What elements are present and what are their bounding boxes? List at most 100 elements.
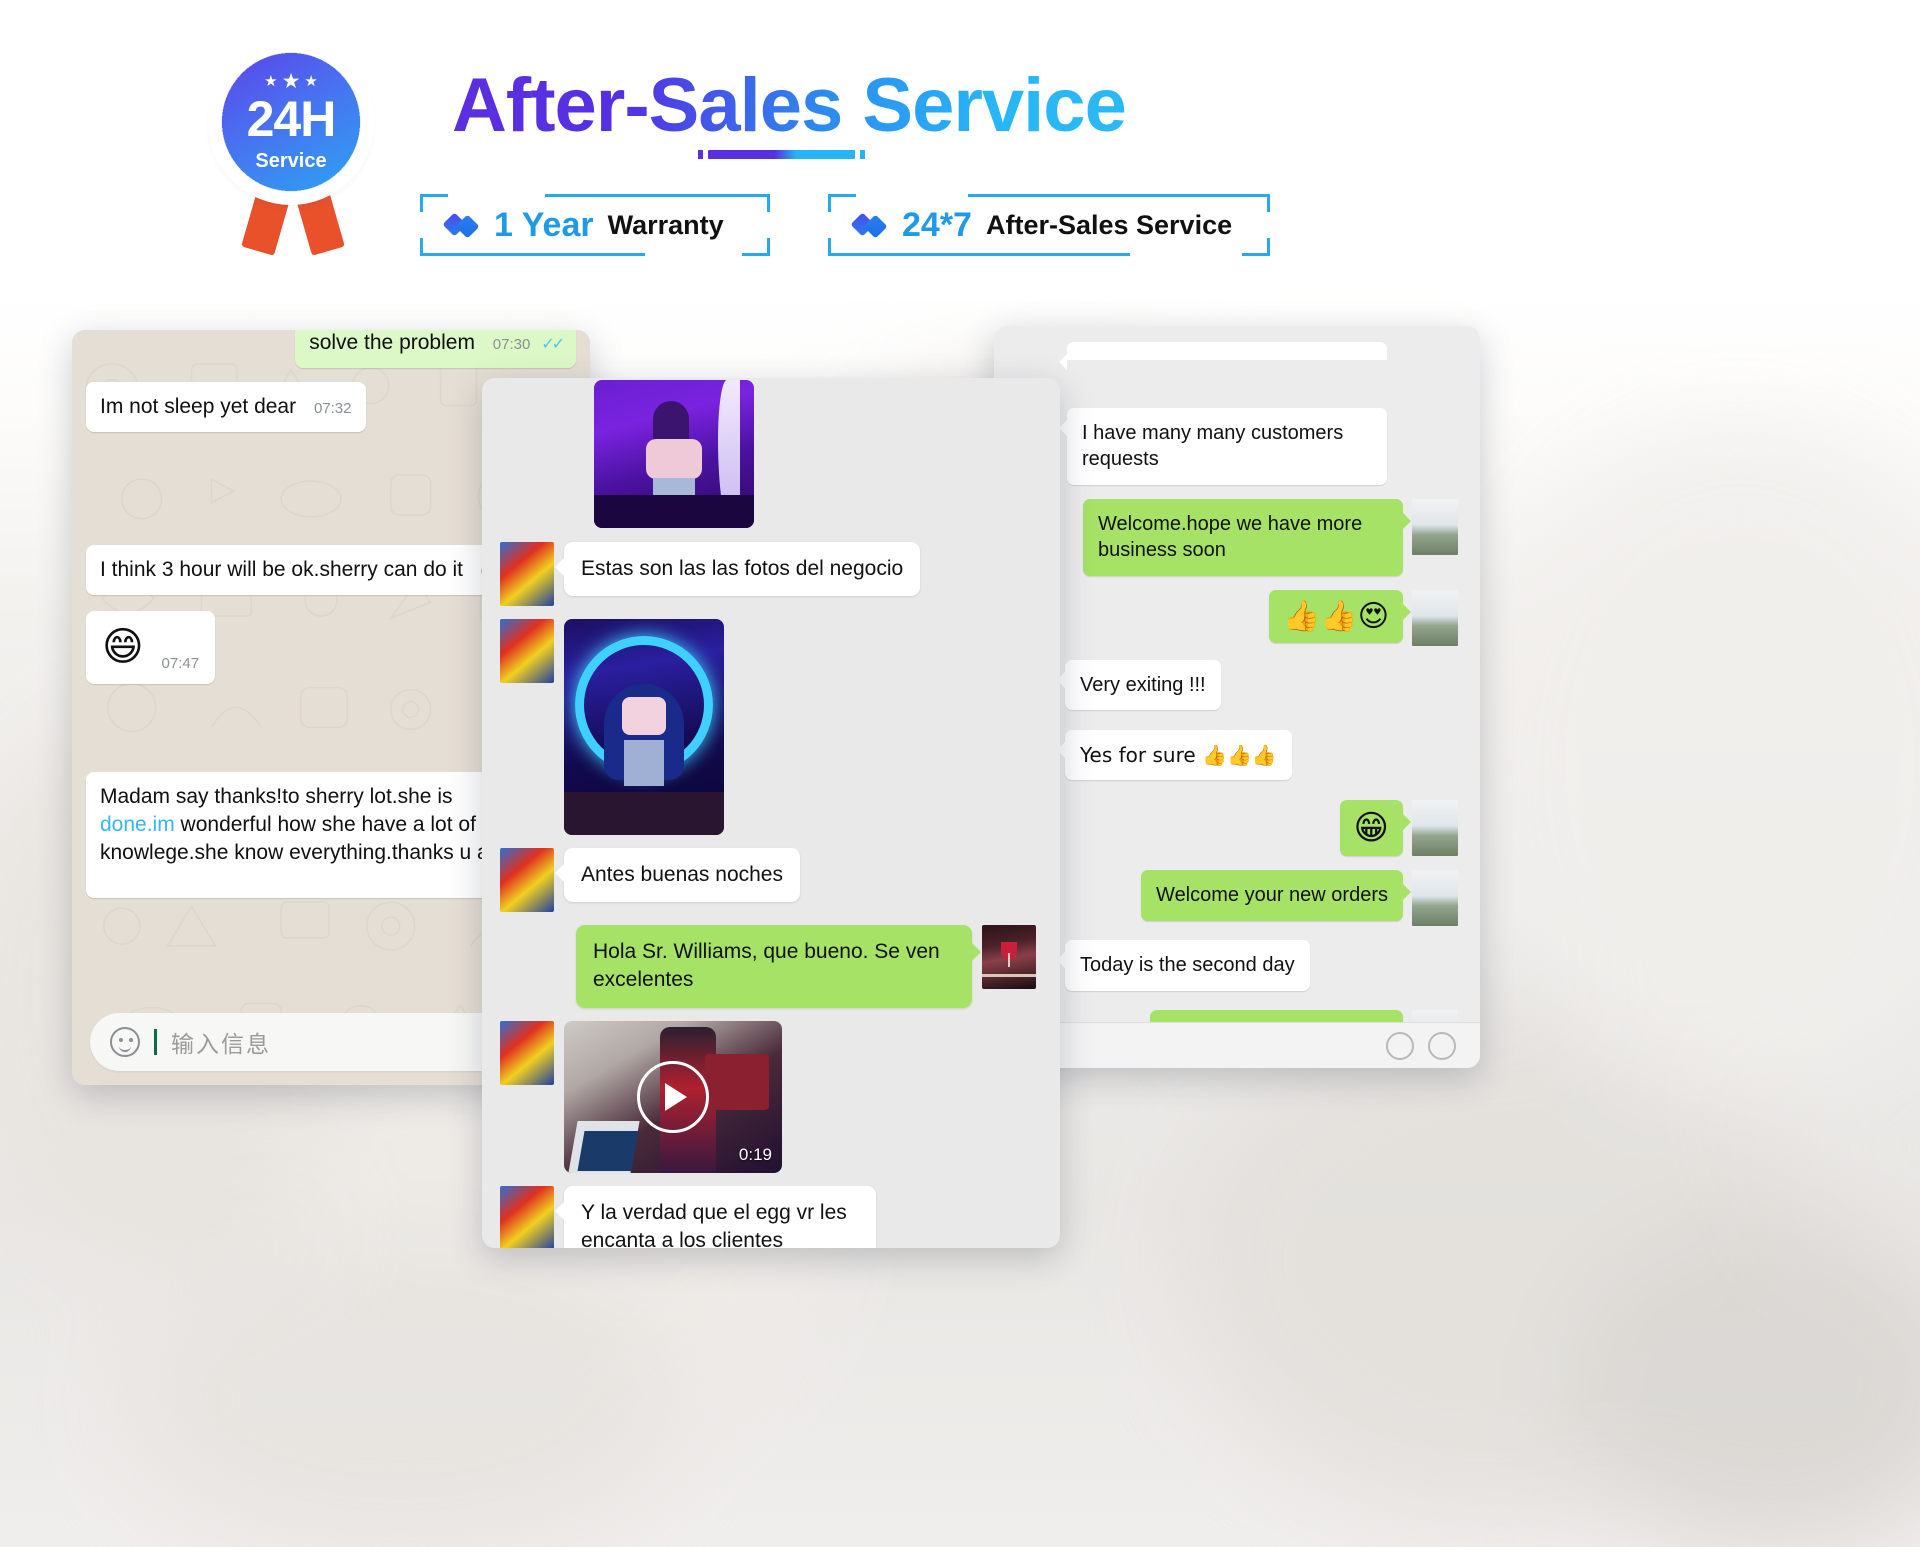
chat-row: Estas son las las fotos del negocio: [500, 542, 1036, 606]
bracket-top-left: [828, 194, 856, 212]
play-button-icon[interactable]: [637, 1060, 709, 1133]
bubble-text: Welcome your new orders: [1156, 884, 1388, 907]
chat-row: Yes for sure 👍👍👍: [1012, 729, 1458, 786]
bubble-text: I think 3 hour will be ok.sherry can do …: [100, 558, 464, 582]
chat-bubble-out[interactable]: solve the problem 07:30 ✓✓: [295, 330, 576, 368]
feature-strong-label: 24*7: [902, 205, 972, 244]
bubble-text: solve the problem: [309, 331, 475, 354]
chat-bubble-in[interactable]: Im not sleep yet dear 07:32: [86, 381, 366, 432]
chat-bubble-in[interactable]: I have many many customers requests: [1059, 408, 1387, 485]
chat-bubble-in-clipped[interactable]: [1059, 342, 1387, 370]
chat-row: I have many many customers requests: [1012, 408, 1458, 485]
avatar-mario: [500, 848, 554, 912]
avatar-mario: [500, 1185, 554, 1248]
bubble-text: Today is the second day: [1080, 954, 1295, 977]
ribbon-hours-label: 24H: [246, 91, 337, 147]
bubble-text: I have many many customers requests: [1082, 422, 1344, 471]
chat-row: Today is the second day: [1012, 940, 1458, 996]
chat-bubble-in[interactable]: Madam say thanks!to sherry lot.she is do…: [86, 772, 536, 898]
double-diamond-icon: [442, 212, 480, 239]
feature-badge-aftersales: 24*7 After-Sales Service: [828, 194, 1270, 256]
feature-badge-warranty: 1 Year Warranty: [420, 194, 770, 256]
chat-scroll-middle[interactable]: Estas son las las fotos del negocio Ante…: [482, 378, 1060, 1248]
avatar-mario: [500, 619, 554, 683]
bubble-text: Yes for sure 👍👍👍: [1080, 742, 1277, 767]
chat-row: Welcome your new orders: [1012, 870, 1458, 927]
bubble-text: Antes buenas noches: [581, 863, 783, 886]
star-icon: ★: [304, 73, 318, 90]
chat-row: Y la verdad que el egg vr les encanta a …: [500, 1185, 1036, 1248]
chat-row: 0:19: [500, 1020, 1036, 1173]
smiley-icon[interactable]: [110, 1027, 140, 1057]
message-input-placeholder[interactable]: 输入信息: [171, 1025, 271, 1059]
feature-plain-label: After-Sales Service: [985, 209, 1233, 240]
chat-footer-right[interactable]: [994, 1022, 1480, 1068]
ribbon-disc: ★ ★ ★ 24H Service: [215, 46, 367, 198]
star-icon: ★: [281, 70, 301, 93]
bubble-time: 07:32: [313, 399, 352, 417]
bracket-bottom-right: [1242, 238, 1270, 256]
chat-window-right[interactable]: I have many many customers requests Welc…: [994, 326, 1480, 1068]
feature-plain-label: Warranty: [607, 209, 724, 240]
ribbon-service-label: Service: [255, 150, 327, 172]
bubble-text: Estas son las las fotos del negocio: [581, 557, 904, 580]
inline-link[interactable]: done.im: [100, 813, 175, 836]
bubble-time: 07:47: [161, 655, 200, 673]
chat-bubble-in[interactable]: Today is the second day: [1057, 940, 1310, 991]
bubble-text: Y la verdad que el egg vr les encanta a …: [581, 1200, 847, 1248]
bubble-text: Hola Sr. Williams, que bueno. Se ven exc…: [593, 940, 940, 992]
24h-service-ribbon-badge: ★ ★ ★ 24H Service: [205, 38, 380, 268]
bubble-text: Welcome.hope we have more business soon: [1098, 512, 1363, 562]
chat-row: Hola Sr. Williams, que bueno. Se ven exc…: [500, 925, 1036, 1008]
chat-row: 👍👍😍: [1012, 589, 1458, 646]
avatar: [1412, 589, 1458, 646]
chat-row: [500, 619, 1036, 835]
chat-bubble-in[interactable]: Estas son las las fotos del negocio: [554, 542, 921, 597]
frame-line-top: [545, 194, 770, 197]
frame-line-bottom: [420, 253, 645, 256]
star-icon: ★: [264, 73, 278, 90]
avatar-mario: [500, 542, 554, 606]
feature-strong-label: 1 Year: [494, 205, 594, 244]
footer-circle-icon[interactable]: [1386, 1031, 1414, 1060]
text-caret: [154, 1029, 157, 1055]
chat-bubble-out[interactable]: Welcome your new orders: [1141, 870, 1411, 921]
chat-bubble-out[interactable]: Welcome.hope we have more business soon: [1083, 498, 1411, 576]
chat-bubble-out[interactable]: Hola Sr. Williams, que bueno. Se ven exc…: [576, 925, 981, 1008]
bubble-emoji: 😁: [1353, 807, 1389, 848]
bracket-bottom-right: [742, 238, 770, 256]
chat-bubble-out-emoji[interactable]: 👍👍😍: [1269, 589, 1411, 644]
page-title: After-Sales Service: [452, 63, 1127, 148]
chat-scroll-right[interactable]: I have many many customers requests Welc…: [994, 326, 1480, 1068]
bubble-emoji: 👍👍😍: [1283, 598, 1389, 634]
bubble-time: 07:30: [492, 336, 531, 353]
bracket-top-left: [420, 194, 448, 212]
chat-bubble-in[interactable]: Y la verdad que el egg vr les encanta a …: [555, 1185, 876, 1248]
double-diamond-icon: [850, 212, 888, 239]
chat-bubble-in[interactable]: Antes buenas noches: [555, 848, 800, 903]
frame-line-bottom: [828, 253, 1130, 256]
chat-bubble-in[interactable]: Very exiting !!!: [1057, 659, 1221, 710]
chat-row: [500, 380, 1036, 528]
avatar-mario: [500, 1020, 554, 1085]
bubble-emoji: 😄: [102, 623, 144, 670]
footer-circle-icon[interactable]: [1428, 1031, 1456, 1060]
chat-bubble-in[interactable]: I think 3 hour will be ok.sherry can do …: [86, 545, 516, 595]
chat-window-middle[interactable]: Estas son las las fotos del negocio Ante…: [482, 378, 1060, 1248]
photo-message[interactable]: [594, 380, 754, 528]
frame-line-top: [968, 194, 1270, 197]
chat-row: Welcome.hope we have more business soon: [1012, 498, 1458, 576]
chat-row: Very exiting !!!: [1012, 659, 1458, 716]
read-receipt-icon: ✓✓: [541, 336, 565, 353]
chat-row: 😁: [1012, 799, 1458, 857]
bubble-text: Very exiting !!!: [1080, 673, 1206, 696]
chat-bubble-in-emoji[interactable]: 😄 07:47: [86, 610, 216, 685]
title-underline-decoration: [698, 150, 865, 159]
photo-message[interactable]: [564, 619, 724, 835]
avatar-wine: [982, 925, 1036, 989]
avatar: [1412, 799, 1458, 856]
chat-bubble-out-emoji[interactable]: 😁: [1339, 799, 1412, 857]
video-duration-label: 0:19: [738, 1144, 772, 1164]
video-message[interactable]: 0:19: [564, 1020, 782, 1173]
chat-bubble-in[interactable]: Yes for sure 👍👍👍: [1057, 729, 1292, 780]
